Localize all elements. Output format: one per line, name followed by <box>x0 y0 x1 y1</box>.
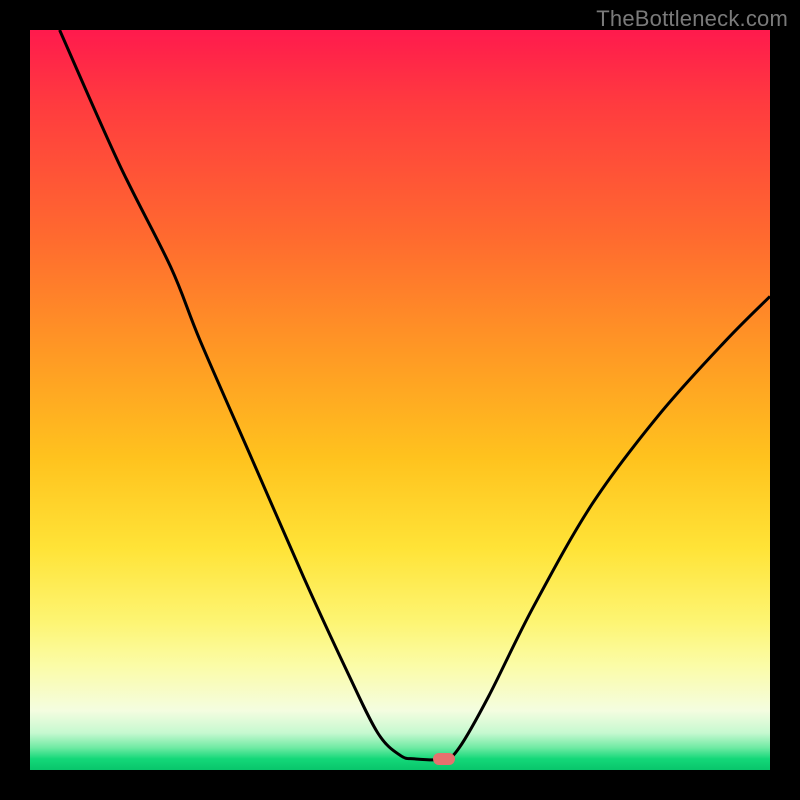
chart-curve-svg <box>30 30 770 770</box>
chart-frame: TheBottleneck.com <box>0 0 800 800</box>
watermark-text: TheBottleneck.com <box>596 6 788 32</box>
chart-marker <box>433 753 455 765</box>
chart-curve <box>60 30 770 760</box>
